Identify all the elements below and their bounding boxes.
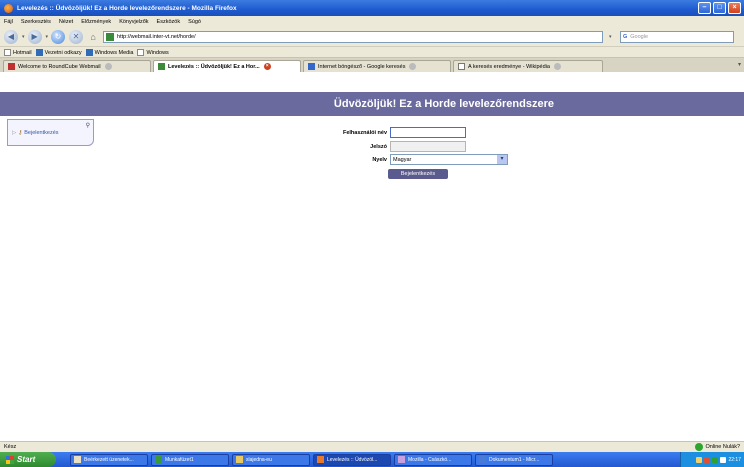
bookmark-windows-media[interactable]: Windows Media bbox=[85, 48, 133, 56]
menu-bookmarks[interactable]: Könyvjelzők bbox=[119, 19, 148, 25]
language-row: Nyelv Magyar ▾ bbox=[330, 154, 508, 165]
tab-close-icon[interactable] bbox=[104, 63, 112, 70]
menu-tools[interactable]: Eszközök bbox=[157, 19, 181, 25]
pin-icon[interactable]: ⚲ bbox=[86, 122, 90, 129]
menu-bar: Fájl Szerkesztés Nézet Előzmények Könyvj… bbox=[0, 16, 744, 27]
tray-icon[interactable] bbox=[720, 456, 727, 463]
tab-close-icon[interactable]: × bbox=[263, 63, 271, 70]
password-row: Jelszó bbox=[330, 141, 466, 152]
google-icon[interactable]: G bbox=[623, 34, 627, 40]
url-dropdown-icon[interactable]: ▾ bbox=[609, 34, 612, 40]
windows-taskbar: Start Beérkezett üzenetek... Munkafüzet1… bbox=[0, 452, 744, 467]
minimize-button[interactable]: – bbox=[698, 2, 711, 14]
tab-wikipedia[interactable]: A keresés eredménye - Wikipédia bbox=[453, 60, 603, 72]
bookmark-vezetni-odkazy[interactable]: Vezetni odkazy bbox=[35, 48, 82, 56]
reload-button[interactable]: ↻ bbox=[51, 29, 66, 44]
tray-icon[interactable] bbox=[704, 456, 711, 463]
roundcube-favicon-icon bbox=[8, 63, 15, 70]
firefox-icon bbox=[317, 456, 324, 463]
menu-view[interactable]: Nézet bbox=[59, 19, 73, 25]
window-titlebar: Levelezés :: Üdvözöljük! Ez a Horde leve… bbox=[0, 0, 744, 16]
language-selected-value: Magyar bbox=[393, 156, 412, 163]
word-icon bbox=[479, 456, 486, 463]
tab-close-icon[interactable] bbox=[553, 63, 561, 70]
chevron-down-icon[interactable]: ▾ bbox=[497, 155, 507, 164]
system-tray: 22:17 bbox=[680, 452, 744, 467]
outlook-icon bbox=[74, 456, 81, 463]
menu-help[interactable]: Súgó bbox=[188, 19, 201, 25]
password-label: Jelszó bbox=[370, 143, 387, 150]
window-controls: – □ × bbox=[698, 2, 741, 14]
menu-history[interactable]: Előzmények bbox=[81, 19, 111, 25]
taskbar-item-firefox[interactable]: Levelezés :: Üdvözöl... bbox=[313, 453, 391, 466]
sidebar-login-link[interactable]: ▷ ⚷ Bejelentkezés bbox=[12, 130, 59, 136]
taskbar-item-inbox[interactable]: Beérkezett üzenetek... bbox=[70, 453, 148, 466]
excel-icon bbox=[155, 456, 162, 463]
tab-roundcube[interactable]: Welcome to RoundCube Webmail bbox=[3, 60, 151, 72]
language-label: Nyelv bbox=[372, 156, 387, 163]
online-icon bbox=[695, 443, 704, 451]
menu-edit[interactable]: Szerkesztés bbox=[21, 19, 51, 25]
menu-file[interactable]: Fájl bbox=[4, 19, 13, 25]
home-icon[interactable]: ⌂ bbox=[87, 31, 99, 43]
page-header-banner: Üdvözöljük! Ez a Horde levelezőrendszere bbox=[0, 92, 744, 116]
sidebar-panel: ⚲ ▷ ⚷ Bejelentkezés bbox=[7, 119, 94, 146]
bookmark-hotmail[interactable]: Hotmail bbox=[4, 48, 32, 56]
close-window-button[interactable]: × bbox=[728, 2, 741, 14]
taskbar-item-folder[interactable]: slajedna-eu bbox=[232, 453, 310, 466]
horde-favicon-icon bbox=[158, 63, 165, 70]
tab-close-icon[interactable] bbox=[409, 63, 417, 70]
login-button[interactable]: Bejelentkezés bbox=[388, 169, 448, 179]
taskbar-item-workbook[interactable]: Munkafüzet1 bbox=[151, 453, 229, 466]
maximize-button[interactable]: □ bbox=[713, 2, 726, 14]
forward-history-icon[interactable]: ▾ bbox=[46, 34, 49, 40]
expand-icon: ▷ bbox=[12, 130, 17, 136]
app-icon bbox=[398, 456, 405, 463]
folder-icon bbox=[85, 48, 93, 56]
clock[interactable]: 22:17 bbox=[728, 457, 741, 463]
window-title: Levelezés :: Üdvözöljük! Ez a Horde leve… bbox=[17, 4, 237, 12]
folder-icon bbox=[35, 48, 43, 56]
username-label: Felhasználói név bbox=[342, 129, 387, 136]
username-input[interactable] bbox=[390, 127, 466, 138]
username-row: Felhasználói név bbox=[330, 127, 466, 138]
tab-horde-login[interactable]: Levelezés :: Üdvözöljük! Ez a Hor... × bbox=[153, 60, 301, 72]
google-favicon-icon bbox=[308, 63, 315, 70]
url-field[interactable]: http://webmail.inter-vt.net/horde/ bbox=[103, 30, 604, 43]
stop-button[interactable]: ✕ bbox=[69, 29, 84, 44]
password-input[interactable] bbox=[390, 141, 466, 152]
taskbar-item-mozilla[interactable]: Mozilla - Császkó... bbox=[394, 453, 472, 466]
site-favicon-icon bbox=[106, 32, 115, 41]
firefox-icon bbox=[4, 3, 13, 13]
online-status[interactable]: Online Nulák? bbox=[695, 443, 740, 451]
back-history-icon[interactable]: ▾ bbox=[22, 34, 25, 40]
tab-strip: Welcome to RoundCube Webmail Levelezés :… bbox=[0, 58, 744, 72]
tab-list-icon[interactable]: ▾ bbox=[738, 61, 741, 68]
bookmark-windows[interactable]: Windows bbox=[137, 48, 169, 56]
back-button[interactable]: ◀ bbox=[4, 29, 18, 44]
search-placeholder: Google bbox=[630, 34, 649, 40]
language-select[interactable]: Magyar ▾ bbox=[390, 154, 508, 165]
tray-icon[interactable] bbox=[696, 456, 703, 463]
windows-logo-icon bbox=[6, 455, 14, 464]
tray-icon[interactable] bbox=[712, 456, 719, 463]
page-icon bbox=[4, 48, 11, 56]
navigation-toolbar: ◀ ▾ ▶ ▾ ↻ ✕ ⌂ http://webmail.inter-vt.ne… bbox=[0, 27, 744, 47]
search-field[interactable]: G Google bbox=[620, 31, 734, 43]
status-text: Kész bbox=[4, 444, 17, 450]
forward-button[interactable]: ▶ bbox=[27, 29, 42, 44]
status-bar: Kész Online Nulák? bbox=[0, 441, 744, 452]
page-top-area bbox=[0, 72, 744, 92]
page-icon bbox=[137, 48, 145, 56]
page-title: Üdvözöljük! Ez a Horde levelezőrendszere bbox=[333, 98, 554, 110]
bookmarks-toolbar: Hotmail Vezetni odkazy Windows Media Win… bbox=[0, 47, 744, 58]
tab-google-search[interactable]: Internet böngésző - Google keresés bbox=[303, 60, 451, 72]
start-button[interactable]: Start bbox=[0, 452, 56, 467]
taskbar-item-word[interactable]: Dokumentum1 - Micr... bbox=[475, 453, 553, 466]
key-icon: ⚷ bbox=[18, 130, 23, 136]
url-text: http://webmail.inter-vt.net/horde/ bbox=[117, 33, 196, 40]
wikipedia-favicon-icon bbox=[458, 63, 465, 70]
folder-icon bbox=[236, 456, 243, 463]
